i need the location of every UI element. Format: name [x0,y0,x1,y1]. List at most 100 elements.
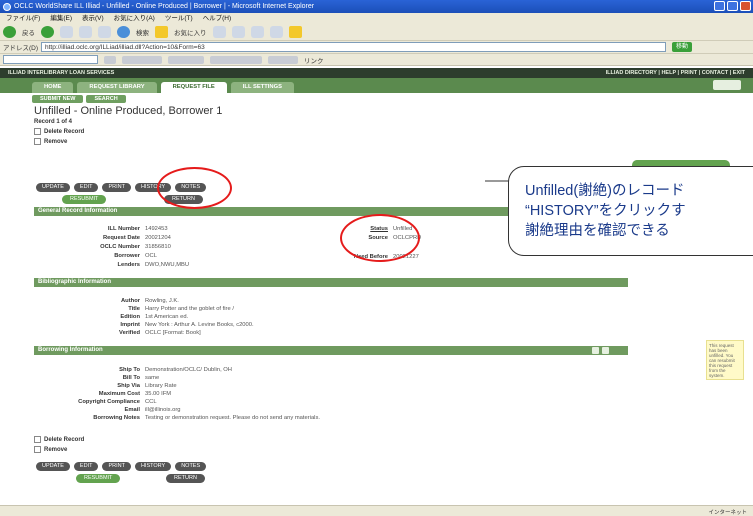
bottom-notes-button[interactable]: NOTES [175,462,207,471]
tab-request-file[interactable]: REQUEST FILE [160,82,227,93]
annotation-callout: Unfilled(謝絶)のレコード “HISTORY”をクリックす 謝絶理由を確… [508,166,753,256]
menu-tools[interactable]: ツール(T) [165,13,193,24]
bottom-action-buttons: UPDATE EDIT PRINT HISTORY NOTES [36,462,207,471]
tab-request-library[interactable]: REQUEST LIBRARY [77,82,157,93]
callout-line-1: Unfilled(謝絶)のレコード [525,183,685,199]
messenger-icon[interactable] [288,26,302,38]
remove-label: Remove [44,138,68,145]
back-label[interactable]: 戻る [22,27,35,37]
toolbar-link[interactable] [210,55,262,64]
toolbar-link[interactable] [268,55,298,64]
mail-icon[interactable] [231,26,245,38]
address-input[interactable]: http://illiad.oclc.org/ILLiad/illiad.dll… [41,42,666,52]
toolbar-link[interactable] [168,55,204,64]
menu-file[interactable]: ファイル(F) [6,13,40,24]
field-verified: Verified OCLC [Format: Book] [60,330,201,336]
forward-icon[interactable] [41,26,54,38]
browser-statusbar: インターネット [0,505,753,516]
back-icon[interactable] [3,26,16,38]
delete-record-checkbox[interactable] [34,128,41,135]
tab-home[interactable]: HOME [32,82,74,93]
collapse-icon[interactable] [602,347,609,354]
menu-view[interactable]: 表示(V) [82,13,104,24]
subtabs: SUBMIT NEW SEARCH [32,95,126,103]
delete-record-row: Delete Record [34,128,84,135]
history-icon[interactable] [212,26,226,38]
field-label: Lenders [117,262,140,268]
edit-button[interactable]: EDIT [73,183,99,192]
field-label: Ship To [119,367,140,373]
bottom-history-button[interactable]: HISTORY [134,462,172,471]
menu-favorites[interactable]: お気に入り(A) [114,13,155,24]
site-header-links[interactable]: ILLIAD DIRECTORY | HELP | PRINT | CONTAC… [606,68,745,78]
maximize-button[interactable] [727,1,738,11]
field-lenders: Lenders DWO,NWU,MBU [60,262,189,268]
toolbar-link[interactable] [122,55,162,64]
tab-ill-settings[interactable]: ILL SETTINGS [230,82,294,93]
close-button[interactable] [740,1,751,11]
callout-line-3: 謝絶理由を確認できる [525,223,670,239]
field-value: same [145,375,160,381]
refresh-icon[interactable] [79,26,92,38]
field-label: ILL Number [107,226,140,232]
field-value: Demonstration/OCLC/ Dublin, OH [145,367,232,373]
print-button[interactable]: PRINT [102,183,131,192]
window-titlebar: OCLC WorldShare ILL Illiad - Unfilled - … [0,0,753,13]
favorites-label[interactable]: お気に入り [174,27,207,37]
bottom-print-button[interactable]: PRINT [102,462,131,471]
bottom-return-button[interactable]: RETURN [166,474,205,483]
field-label: Copyright Compliance [78,399,140,405]
go-button[interactable]: 移動 [672,42,692,52]
ie-logo-icon [3,3,11,11]
record-count: Record 1 of 4 [34,119,73,125]
field-label: Edition [120,314,140,320]
field-value: CCL [145,399,157,405]
bottom-resubmit-button[interactable]: RESUBMIT [76,474,121,483]
resubmit-button[interactable]: RESUBMIT [62,195,107,204]
print-icon[interactable] [250,26,264,38]
menu-help[interactable]: ヘルプ(H) [203,13,232,24]
google-search-input[interactable] [3,55,98,64]
bottom-update-button[interactable]: UPDATE [36,462,70,471]
subtab-submit-new[interactable]: SUBMIT NEW [32,95,84,103]
field-oclc-number: OCLC Number 31856810 [60,244,171,250]
bottom-delete-checkbox[interactable] [34,436,41,443]
menu-edit[interactable]: 編集(E) [50,13,72,24]
links-label[interactable]: リンク [304,55,324,65]
bottom-remove-row: Remove [34,446,67,453]
field-label: Bill To [122,375,140,381]
stop-icon[interactable] [60,26,73,38]
field-value: 1st American ed. [145,314,189,320]
minimize-button[interactable] [714,1,725,11]
field-label: Ship Via [117,383,140,389]
bottom-remove-checkbox[interactable] [34,446,41,453]
search-label[interactable]: 検索 [136,27,149,37]
remove-checkbox[interactable] [34,138,41,145]
logout-button[interactable] [713,80,741,90]
home-icon[interactable] [98,26,111,38]
field-label: Request Date [102,235,140,241]
bottom-edit-button[interactable]: EDIT [73,462,99,471]
site-header-title: ILLIAD INTERLIBRARY LOAN SERVICES [8,70,115,76]
field-value: 31856810 [145,244,171,250]
field-borrowing-notes: Borrowing Notes Testing or demonstration … [60,415,320,421]
field-label: OCLC Number [100,244,140,250]
update-button[interactable]: UPDATE [36,183,70,192]
favorites-icon[interactable] [155,26,168,38]
edit-icon[interactable] [269,26,283,38]
field-value: 1492453 [145,226,168,232]
delete-record-label: Delete Record [44,128,85,135]
field-author: Author Rowling, J.K. [60,298,179,304]
expand-icon[interactable] [592,347,599,354]
toolbar-dropdown[interactable] [104,55,116,64]
field-label: Borrower [114,253,140,259]
field-label: Borrowing Notes [93,415,140,421]
browser-toolbar: 戻る 検索 お気に入り [0,24,753,41]
field-maximum-cost: Maximum Cost 35.00 IFM [60,391,171,397]
field-value: 35.00 IFM [145,391,172,397]
search-icon[interactable] [117,26,130,38]
field-title: Title Harry Potter and the goblet of fire… [60,306,234,312]
subtab-search[interactable]: SEARCH [86,95,126,103]
address-bar: アドレス(D) http://illiad.oclc.org/ILLiad/il… [0,41,753,54]
bottom-delete-row: Delete Record [34,436,84,443]
